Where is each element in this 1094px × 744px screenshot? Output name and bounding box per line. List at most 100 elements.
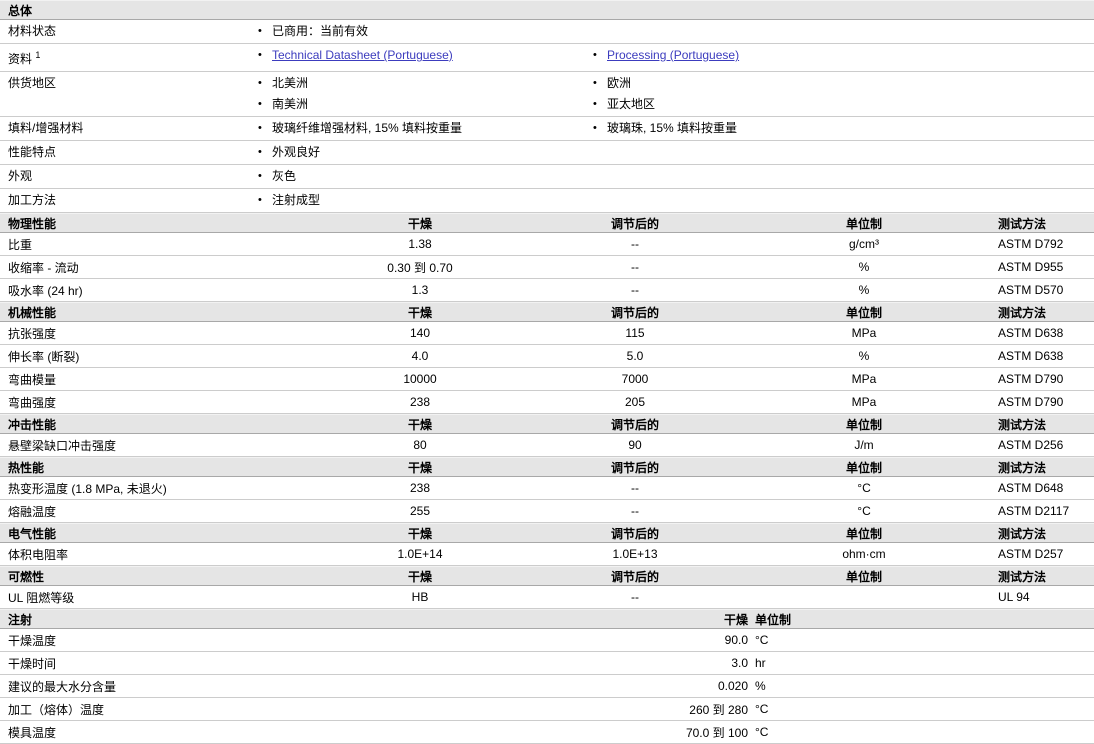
conditioned-value: 90 — [628, 438, 642, 452]
bullet-icon: • — [258, 146, 262, 158]
column-header-unit: 单位制 — [845, 460, 882, 475]
bullet-icon: • — [593, 122, 597, 134]
unit-value: MPa — [851, 395, 877, 409]
dry-value: 10000 — [403, 372, 437, 386]
section-header-mechanical: 机械性能 干燥 调节后的 单位制 测试方法 — [0, 302, 1094, 322]
unit-value: % — [858, 349, 870, 363]
table-row: 干燥温度 90.0 °C — [0, 629, 1094, 652]
row-label: 填料/增强材料 — [8, 121, 84, 135]
unit-value: % — [755, 679, 766, 693]
section-header-thermal: 热性能 干燥 调节后的 单位制 测试方法 — [0, 457, 1094, 477]
test-method: UL 94 — [998, 590, 1030, 604]
dry-value: 238 — [409, 395, 431, 409]
row-resources: 资料 1 • Technical Datasheet (Portuguese) •… — [0, 44, 1094, 72]
unit-value: % — [858, 260, 870, 274]
section-title: 电气性能 — [8, 526, 57, 541]
column-header-unit: 单位制 — [755, 612, 792, 627]
column-header-method: 测试方法 — [998, 460, 1047, 475]
dry-value: 1.38 — [408, 237, 432, 251]
conditioned-value: -- — [631, 481, 639, 495]
column-header-conditioned: 调节后的 — [610, 417, 659, 432]
conditioned-value: -- — [631, 504, 639, 518]
column-header-dry: 干燥 — [407, 305, 432, 320]
value-text: 北美洲 — [272, 76, 309, 90]
column-header-method: 测试方法 — [998, 569, 1047, 584]
table-row: 弯曲强度 238 205 MPa ASTM D790 — [0, 391, 1094, 414]
row-label: 加工方法 — [8, 193, 57, 207]
table-row: 悬壁梁缺口冲击强度 80 90 J/m ASTM D256 — [0, 434, 1094, 457]
value-text: 灰色 — [272, 169, 297, 183]
table-row: 收缩率 - 流动 0.30 到 0.70 -- % ASTM D955 — [0, 256, 1094, 279]
unit-value: J/m — [854, 438, 874, 452]
unit-value: °C — [857, 481, 871, 495]
table-row: UL 阻燃等级 HB -- UL 94 — [0, 586, 1094, 609]
conditioned-value: 115 — [625, 326, 645, 340]
dry-value: 80 — [413, 438, 427, 452]
value-text: 已商用：当前有效 — [272, 24, 369, 38]
bullet-icon: • — [258, 25, 262, 37]
table-row: 模具温度 70.0 到 100 °C — [0, 721, 1094, 744]
value-text: 南美洲 — [272, 97, 309, 111]
bullet-icon: • — [258, 98, 262, 110]
unit-value: MPa — [851, 372, 877, 386]
section-header-general: 总体 — [0, 0, 1094, 20]
test-method: ASTM D955 — [998, 260, 1064, 274]
row-material-status: 材料状态 • 已商用：当前有效 — [0, 20, 1094, 44]
bullet-icon: • — [258, 194, 262, 206]
conditioned-value: 1.0E+13 — [612, 547, 658, 561]
conditioned-value: -- — [631, 260, 639, 274]
column-header-method: 测试方法 — [998, 216, 1047, 231]
test-method: ASTM D648 — [998, 481, 1064, 495]
column-header-method: 测试方法 — [998, 305, 1047, 320]
dry-value: 70.0 到 100 — [685, 725, 748, 740]
column-header-dry: 干燥 — [407, 216, 432, 231]
column-header-unit: 单位制 — [845, 216, 882, 231]
bullet-icon: • — [258, 77, 262, 89]
row-label: 供货地区 — [8, 76, 57, 90]
column-header-conditioned: 调节后的 — [610, 460, 659, 475]
table-row: 干燥时间 3.0 hr — [0, 652, 1094, 675]
column-header-dry: 干燥 — [407, 569, 432, 584]
row-label: 材料状态 — [8, 24, 57, 38]
table-row: 建议的最大水分含量 0.020 % — [0, 675, 1094, 698]
section-title: 总体 — [8, 3, 33, 18]
dry-value: 260 到 280 — [689, 702, 748, 717]
test-method: ASTM D790 — [998, 372, 1064, 386]
conditioned-value: 205 — [624, 395, 646, 409]
row-processing-method: 加工方法 • 注射成型 — [0, 189, 1094, 213]
row-label: 资料 1 — [8, 50, 41, 66]
test-method: ASTM D790 — [998, 395, 1064, 409]
test-method: ASTM D570 — [998, 283, 1064, 297]
row-label: 外观 — [8, 169, 33, 183]
unit-value: hr — [755, 656, 766, 670]
dry-value: 4.0 — [411, 349, 429, 363]
table-row: 吸水率 (24 hr) 1.3 -- % ASTM D570 — [0, 279, 1094, 302]
technical-datasheet-link[interactable]: Technical Datasheet (Portuguese) — [272, 45, 453, 66]
table-row: 比重 1.38 -- g/cm³ ASTM D792 — [0, 233, 1094, 256]
row-appearance: 外观 • 灰色 — [0, 165, 1094, 189]
test-method: ASTM D792 — [998, 237, 1064, 251]
conditioned-value: -- — [631, 590, 639, 604]
column-header-method: 测试方法 — [998, 417, 1047, 432]
value-text: 玻璃珠, 15% 填料按重量 — [607, 121, 738, 135]
column-header-conditioned: 调节后的 — [610, 305, 659, 320]
column-header-conditioned: 调节后的 — [610, 216, 659, 231]
dry-value: HB — [411, 590, 429, 604]
column-header-unit: 单位制 — [845, 569, 882, 584]
column-header-dry: 干燥 — [407, 460, 432, 475]
dry-value: 1.0E+14 — [397, 547, 443, 561]
unit-value: °C — [755, 702, 769, 716]
section-title: 物理性能 — [8, 216, 57, 231]
value-text: 玻璃纤维增强材料, 15% 填料按重量 — [272, 121, 463, 135]
bullet-icon: • — [593, 49, 597, 61]
dry-value: 0.020 — [717, 679, 748, 693]
material-datasheet: 总体 材料状态 • 已商用：当前有效 资料 1 • Technical Datash… — [0, 0, 1094, 744]
unit-value: g/cm³ — [849, 237, 879, 251]
processing-datasheet-link[interactable]: Processing (Portuguese) — [607, 45, 739, 66]
table-row: 熔融温度 255 -- °C ASTM D2117 — [0, 500, 1094, 523]
test-method: ASTM D257 — [998, 547, 1064, 561]
section-title: 机械性能 — [8, 305, 57, 320]
dry-value: 140 — [409, 326, 431, 340]
unit-value: °C — [857, 504, 871, 518]
unit-value: °C — [755, 633, 769, 647]
